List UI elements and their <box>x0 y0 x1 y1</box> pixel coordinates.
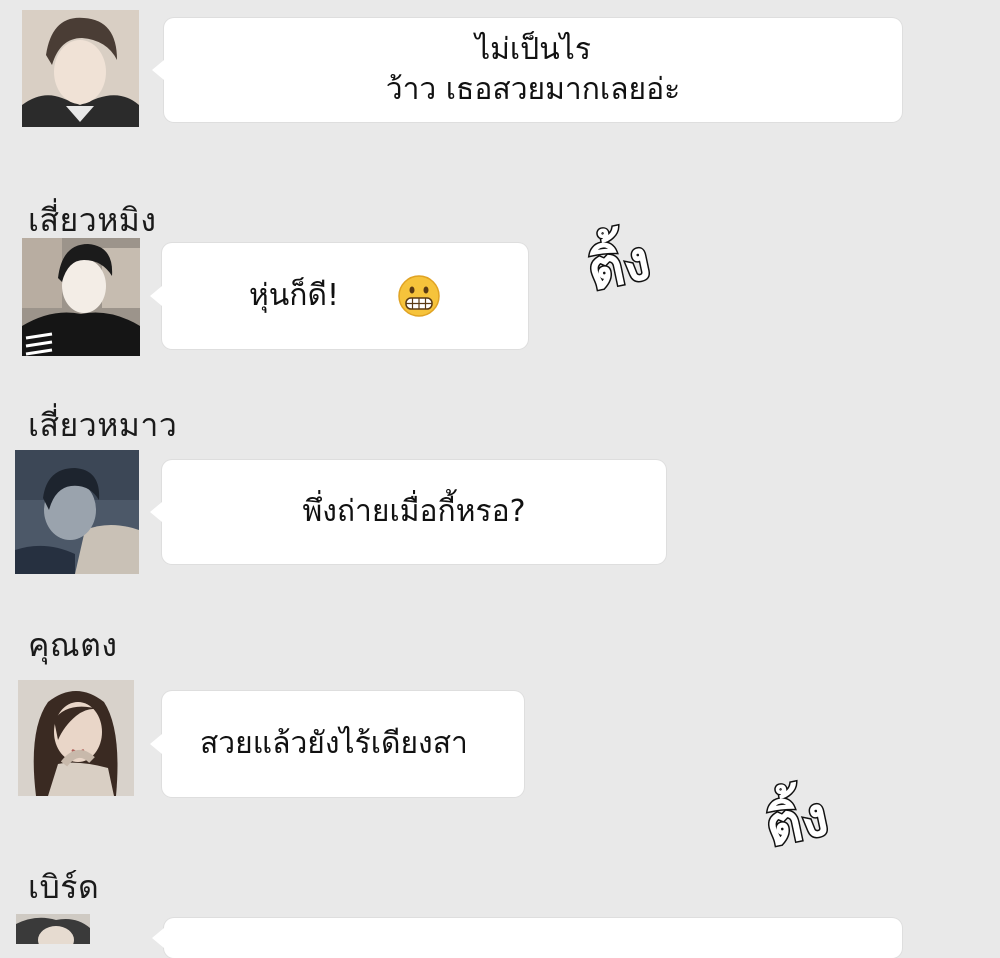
avatar[interactable] <box>16 914 90 944</box>
message-bubble[interactable]: พึ่งถ่ายเมื่อกี้หรอ? <box>150 460 666 564</box>
avatar[interactable] <box>15 450 139 574</box>
message-line: ว้าว เธอสวยมากเลยอ่ะ <box>385 72 681 107</box>
message-text: พึ่งถ่ายเมื่อกี้หรอ? <box>302 494 526 529</box>
message-bubble[interactable]: สวยแล้วยังไร้เดียงสา <box>150 691 524 797</box>
message-text: หุ่นก็ดี! <box>249 278 339 313</box>
avatar[interactable] <box>18 680 134 796</box>
grimacing-emoji-icon <box>397 274 441 318</box>
message-line: ไม่เป็นไร <box>475 32 591 67</box>
sound-effect-text: ติ้ง <box>759 783 835 860</box>
sound-effect-text: ติ้ง <box>581 227 657 304</box>
message-text: ไม่เป็นไร ว้าว เธอสวยมากเลยอ่ะ <box>386 30 681 110</box>
avatar[interactable] <box>22 10 139 127</box>
message-bubble[interactable]: ไม่เป็นไร ว้าว เธอสวยมากเลยอ่ะ <box>152 18 902 122</box>
sender-name: เบิร์ด <box>28 868 100 906</box>
avatar-image-boy-1 <box>22 10 139 127</box>
avatar-image-boy-3 <box>15 450 139 574</box>
message-bubble[interactable] <box>152 918 902 958</box>
message-bubble[interactable]: หุ่นก็ดี! <box>150 243 528 349</box>
avatar-image-partial <box>16 914 90 944</box>
avatar[interactable] <box>22 238 140 356</box>
chat-conversation: ไม่เป็นไร ว้าว เธอสวยมากเลยอ่ะ เสี่ยวหมิ… <box>0 0 1000 958</box>
avatar-image-girl <box>18 680 134 796</box>
message-text: สวยแล้วยังไร้เดียงสา <box>200 726 468 761</box>
sender-name: คุณตง <box>28 626 118 664</box>
sender-name: เสี่ยวหมาว <box>28 406 178 444</box>
avatar-image-boy-2 <box>22 238 140 356</box>
